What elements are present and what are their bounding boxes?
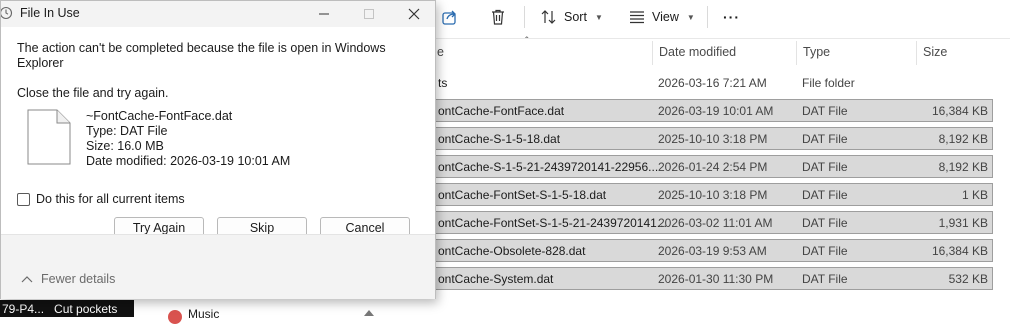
file-date: 2026-01-30 11:30 PM <box>658 272 774 286</box>
file-row-selected[interactable]: ontCache-S-1-5-21-2439720141-22956... 20… <box>426 155 993 178</box>
column-date-header[interactable]: Date modified <box>659 45 736 59</box>
nav-item-music[interactable]: Music <box>168 304 219 324</box>
file-name: ontCache-S-1-5-18.dat <box>438 132 561 146</box>
file-name: ontCache-System.dat <box>438 272 554 286</box>
file-type: DAT File <box>802 244 848 258</box>
dialog-footer <box>1 234 435 299</box>
file-icon <box>27 109 71 165</box>
file-modified-text: Date modified: 2026-03-19 10:01 AM <box>86 154 291 168</box>
file-name: ontCache-FontSet-S-1-5-18.dat <box>438 188 607 202</box>
file-type: DAT File <box>802 188 848 202</box>
file-row-selected[interactable]: ontCache-FontFace.dat 2026-03-19 10:01 A… <box>426 99 993 122</box>
tooltip-right-text: Cut pockets <box>54 301 118 316</box>
file-size-text: Size: 16.0 MB <box>86 139 164 153</box>
delete-button[interactable] <box>489 6 507 28</box>
dialog-titlebar[interactable]: File In Use <box>1 1 435 27</box>
file-row-selected[interactable]: ontCache-Obsolete-828.dat 2026-03-19 9:5… <box>426 239 993 262</box>
chevron-down-icon: ▼ <box>686 12 695 22</box>
column-name-header[interactable]: e <box>437 45 444 59</box>
close-button[interactable] <box>391 1 437 27</box>
more-options-button[interactable]: ··· <box>723 6 740 28</box>
file-row-selected[interactable]: ontCache-FontSet-S-1-5-21-2439720141... … <box>426 211 993 234</box>
sort-label: Sort <box>564 10 587 24</box>
column-divider[interactable] <box>916 41 917 65</box>
file-type: DAT File <box>802 272 848 286</box>
file-date: 2026-03-02 11:01 AM <box>658 216 773 230</box>
file-date: 2025-10-10 3:18 PM <box>658 132 768 146</box>
view-list-icon <box>630 11 644 24</box>
music-folder-icon <box>168 310 182 324</box>
view-button[interactable]: View ▼ <box>628 6 695 28</box>
minimize-icon <box>319 13 329 15</box>
dialog-body: The action can't be completed because th… <box>1 27 435 239</box>
sort-icon <box>541 10 556 24</box>
file-type: DAT File <box>802 160 848 174</box>
file-row-selected[interactable]: ontCache-FontSet-S-1-5-18.dat 2025-10-10… <box>426 183 993 206</box>
file-size: 1 KB <box>961 188 988 202</box>
share-icon <box>442 10 456 25</box>
file-name-text: ~FontCache-FontFace.dat <box>86 109 233 123</box>
file-in-use-dialog: File In Use The action can't be complete… <box>0 0 436 299</box>
file-date: 2026-01-24 2:54 PM <box>658 160 768 174</box>
apply-to-all-checkbox-row[interactable]: Do this for all current items <box>17 192 185 206</box>
file-type: DAT File <box>802 132 848 146</box>
fewer-details-toggle[interactable]: Fewer details <box>21 272 115 286</box>
nav-item-label: Music <box>188 307 220 321</box>
close-icon <box>408 8 420 20</box>
toolbar-separator <box>524 6 525 28</box>
file-type: DAT File <box>802 104 848 118</box>
chevron-up-icon <box>21 276 33 283</box>
file-size: 16,384 KB <box>931 244 988 258</box>
file-size: 16,384 KB <box>931 104 988 118</box>
apply-to-all-checkbox[interactable] <box>17 192 30 206</box>
file-row-selected[interactable]: ontCache-S-1-5-18.dat 2025-10-10 3:18 PM… <box>426 127 993 150</box>
file-size: 1,931 KB <box>938 216 988 230</box>
file-row-selected[interactable]: ontCache-System.dat 2026-01-30 11:30 PM … <box>426 267 993 290</box>
tooltip-left-text: 79-P4... <box>2 301 45 316</box>
file-row[interactable]: ts 2026-03-16 7:21 AM File folder <box>426 72 993 95</box>
view-label: View <box>652 10 679 24</box>
file-name: ontCache-FontSet-S-1-5-21-2439720141... <box>438 216 667 230</box>
file-date: 2026-03-19 9:53 AM <box>658 244 767 258</box>
file-date: 2025-10-10 3:18 PM <box>658 188 768 202</box>
column-size-header[interactable]: Size <box>923 45 947 59</box>
file-name: ts <box>438 76 448 90</box>
file-name: ontCache-FontFace.dat <box>438 104 565 118</box>
file-size: 8,192 KB <box>938 160 988 174</box>
file-size: 8,192 KB <box>938 132 988 146</box>
column-divider[interactable] <box>652 41 653 65</box>
column-type-header[interactable]: Type <box>803 45 830 59</box>
chevron-down-icon: ▼ <box>594 12 603 22</box>
scroll-up-arrow-icon[interactable] <box>364 310 374 316</box>
more-icon: ··· <box>723 9 740 25</box>
clock-icon <box>1 6 13 20</box>
fewer-details-label: Fewer details <box>41 272 116 286</box>
file-type: File folder <box>802 76 855 90</box>
maximize-button <box>346 1 392 27</box>
column-divider[interactable] <box>796 41 797 65</box>
file-type: DAT File <box>802 216 848 230</box>
maximize-icon <box>364 9 374 19</box>
file-date: 2026-03-19 10:01 AM <box>658 104 774 118</box>
file-type-text: Type: DAT File <box>86 124 168 138</box>
minimize-button[interactable] <box>301 1 347 27</box>
taskbar-tooltip: 79-P4... Cut pockets <box>0 300 134 317</box>
file-date: 2026-03-16 7:21 AM <box>658 76 767 90</box>
instruction-text: Close the file and try again. <box>17 86 169 100</box>
file-size: 532 KB <box>948 272 988 286</box>
trash-icon <box>492 9 504 25</box>
error-message: The action can't be completed because th… <box>17 41 386 70</box>
file-name: ontCache-S-1-5-21-2439720141-22956... <box>438 160 659 174</box>
sort-button[interactable]: Sort ▼ <box>540 6 603 28</box>
toolbar-separator <box>707 6 708 28</box>
share-button[interactable] <box>441 6 459 28</box>
file-name: ontCache-Obsolete-828.dat <box>438 244 586 258</box>
checkbox-label: Do this for all current items <box>36 192 185 206</box>
dialog-title: File In Use <box>20 6 80 20</box>
